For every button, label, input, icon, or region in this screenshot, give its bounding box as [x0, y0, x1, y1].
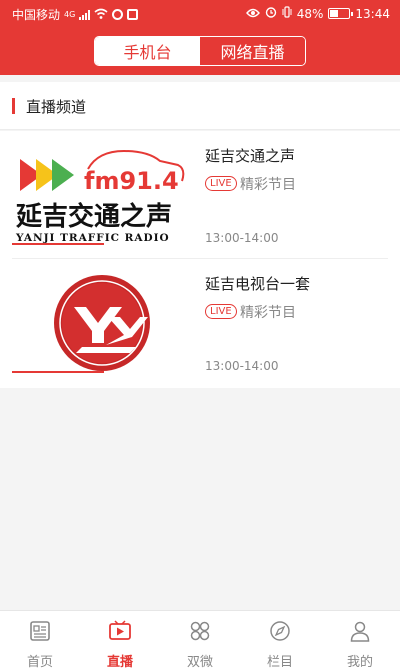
tab-label: 栏目: [266, 655, 293, 668]
section-title: 直播频道: [26, 98, 87, 116]
tab-web-live[interactable]: 网络直播: [200, 37, 305, 65]
tab-label: 双微: [186, 655, 213, 668]
tab-columns[interactable]: 栏目: [240, 611, 320, 668]
app-header: 中国移动 4G 48% 13:44 手机台 网络直播: [0, 0, 400, 75]
live-badge: LIVE: [205, 304, 237, 319]
channel-item-tv[interactable]: 延吉电视台一套 LIVE 精彩节目 13:00-14:00: [0, 259, 400, 387]
tab-label: 直播: [106, 655, 133, 668]
tab-label: 我的: [346, 655, 373, 668]
channel-name: 延吉交通之声: [205, 147, 296, 165]
user-icon: [347, 618, 373, 648]
section-header: 直播频道: [0, 82, 400, 130]
network-type: 4G: [64, 10, 76, 19]
app-notification-icon: [112, 9, 124, 20]
bottom-tab-bar: 首页 直播 双微 栏目 我的: [0, 610, 400, 668]
tab-mine[interactable]: 我的: [320, 611, 400, 668]
section-accent-bar: [12, 98, 15, 114]
wifi-icon: [94, 8, 108, 22]
program-time: 13:00-14:00: [205, 231, 279, 245]
channel-name: 延吉电视台一套: [205, 275, 311, 293]
svg-text:延吉交通之声: 延吉交通之声: [15, 201, 172, 232]
channel-list: fm91.4 延吉交通之声 YANJI TRAFFIC RADIO 延吉交通之声…: [0, 131, 400, 388]
live-play-icon: [107, 618, 133, 648]
clock-time: 13:44: [355, 6, 390, 21]
compass-icon: [267, 618, 293, 648]
grid-icon: [187, 618, 213, 648]
radio-logo: fm91.4 延吉交通之声 YANJI TRAFFIC RADIO: [12, 145, 192, 245]
eye-icon: [245, 7, 260, 21]
tab-home[interactable]: 首页: [0, 611, 80, 668]
vibrate-icon: [282, 6, 292, 21]
battery-icon: [328, 8, 354, 19]
tab-phone-station[interactable]: 手机台: [95, 37, 200, 65]
program-title: 精彩节目: [240, 305, 296, 321]
status-bar: 中国移动 4G 48% 13:44: [0, 0, 400, 28]
tab-double-micro[interactable]: 双微: [160, 611, 240, 668]
app-notification-icon-2: [127, 9, 139, 20]
channel-type-switch: 手机台 网络直播: [94, 36, 306, 66]
tv-logo: [12, 273, 192, 373]
battery-percent: 48%: [296, 6, 324, 21]
carrier-name: 中国移动: [12, 8, 61, 22]
thumb-underline: [12, 243, 104, 245]
tab-label: 首页: [26, 655, 53, 668]
live-badge: LIVE: [205, 176, 237, 191]
program-time: 13:00-14:00: [205, 359, 279, 373]
thumb-underline: [12, 371, 104, 373]
news-icon: [27, 618, 53, 648]
alarm-icon: [265, 6, 277, 21]
signal-icon: [79, 9, 91, 20]
svg-text:fm91.4: fm91.4: [84, 167, 179, 195]
channel-item-radio[interactable]: fm91.4 延吉交通之声 YANJI TRAFFIC RADIO 延吉交通之声…: [0, 131, 400, 259]
program-title: 精彩节目: [240, 177, 296, 193]
tab-live[interactable]: 直播: [80, 611, 160, 668]
